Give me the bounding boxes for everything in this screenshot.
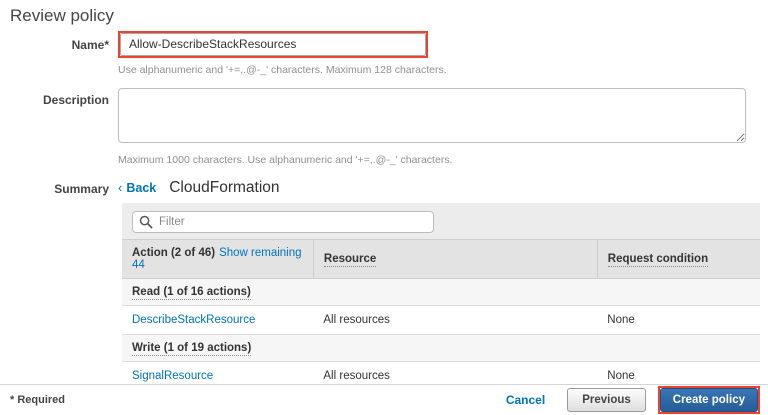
request-condition-column-header: Request condition [608, 253, 708, 267]
policy-summary-table: Action (2 of 46)Show remaining 44 Resour… [122, 239, 760, 391]
description-help-text: Maximum 1000 characters. Use alphanumeri… [118, 154, 746, 166]
write-group-label: Write (1 of 19 actions) [132, 342, 251, 356]
footer-action-bar: * Required Cancel Previous Create policy [0, 384, 768, 415]
description-field-row: Description Maximum 1000 characters. Use… [0, 88, 746, 166]
describe-stack-resource-link[interactable]: DescribeStackResource [132, 314, 255, 326]
cancel-link[interactable]: Cancel [506, 393, 545, 407]
write-group-row: Write (1 of 19 actions) [122, 335, 760, 362]
read-group-label: Read (1 of 16 actions) [132, 286, 251, 300]
service-name: CloudFormation [169, 179, 279, 197]
policy-summary-panel: Action (2 of 46)Show remaining 44 Resour… [122, 203, 760, 372]
table-header-row: Action (2 of 46)Show remaining 44 Resour… [122, 240, 760, 279]
name-label: Name* [0, 31, 118, 76]
table-row: DescribeStackResource All resources None [122, 306, 760, 335]
policy-name-input[interactable] [120, 33, 426, 56]
name-annotation-highlight [118, 31, 428, 58]
filter-input[interactable] [132, 211, 434, 233]
back-link[interactable]: ‹ Back [118, 180, 156, 195]
previous-button[interactable]: Previous [567, 388, 646, 412]
name-help-text: Use alphanumeric and '+=,.@-_' character… [118, 64, 447, 76]
read-group-row: Read (1 of 16 actions) [122, 279, 760, 306]
review-policy-page: Review policy Name* Use alphanumeric and… [0, 0, 768, 415]
signal-resource-link[interactable]: SignalResource [132, 370, 213, 382]
back-link-label: Back [126, 181, 156, 195]
description-label: Description [0, 88, 118, 166]
page-title: Review policy [10, 6, 114, 26]
chevron-left-icon: ‹ [118, 180, 122, 195]
summary-row: Summary ‹ Back CloudFormation [0, 179, 280, 197]
resource-column-header: Resource [324, 253, 376, 267]
create-policy-button[interactable]: Create policy [660, 388, 758, 412]
name-field-row: Name* Use alphanumeric and '+=,.@-_' cha… [0, 31, 447, 76]
summary-label: Summary [0, 179, 118, 197]
condition-cell: None [597, 306, 760, 335]
resource-cell: All resources [313, 306, 597, 335]
required-note: * Required [10, 394, 65, 406]
policy-description-textarea[interactable] [118, 88, 746, 143]
action-column-header: Action (2 of 46) [132, 247, 215, 259]
create-policy-annotation-highlight: Create policy [658, 386, 760, 414]
